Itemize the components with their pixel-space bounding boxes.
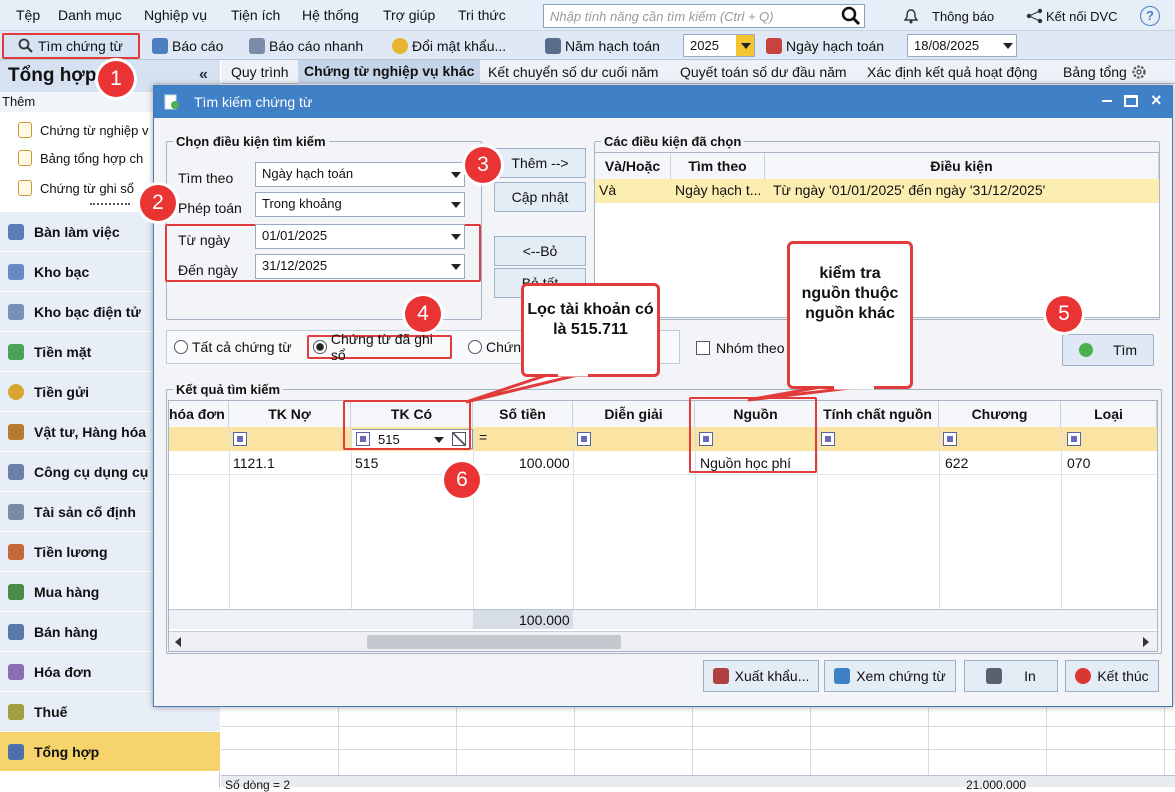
step-badge-6: 6 [444, 462, 480, 498]
step-badge-4: 4 [405, 296, 441, 332]
callout-joins [558, 371, 874, 390]
step-badge-1: 1 [98, 61, 134, 97]
step-badge-3: 3 [465, 147, 501, 183]
step-badge-2: 2 [140, 185, 176, 221]
step-badge-5: 5 [1046, 296, 1082, 332]
